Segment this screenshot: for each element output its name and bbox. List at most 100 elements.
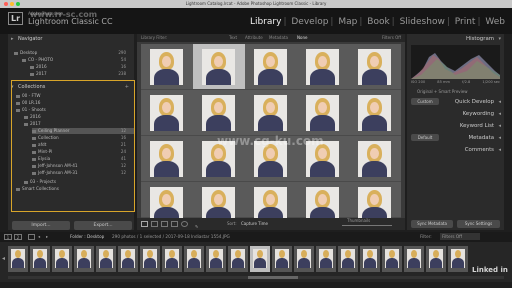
- filmstrip-thumbnail[interactable]: [52, 246, 72, 272]
- photo-subject: [12, 258, 24, 268]
- filmstrip-thumbnail-selected[interactable]: [250, 246, 270, 272]
- grid-cell[interactable]: [141, 90, 193, 136]
- grid-view-icon[interactable]: [141, 221, 148, 227]
- filter-preset[interactable]: Filters Off: [382, 34, 401, 42]
- photo-subject: [433, 250, 439, 258]
- back-arrow-icon[interactable]: ◂: [38, 232, 40, 242]
- keywording-header[interactable]: Keywording ◂: [407, 110, 504, 118]
- loupe-view-icon[interactable]: [151, 221, 158, 227]
- filmstrip-thumbnail[interactable]: [338, 246, 358, 272]
- filter-attribute[interactable]: Attribute: [245, 34, 263, 42]
- filmstrip-thumbnail[interactable]: [8, 246, 28, 272]
- module-separator: |: [477, 17, 481, 27]
- filmstrip-filter-select[interactable]: Filters Off: [440, 233, 480, 240]
- import-button[interactable]: Import...: [12, 221, 70, 230]
- compare-view-icon[interactable]: [161, 221, 168, 227]
- module-web[interactable]: Web: [485, 17, 505, 27]
- metadata-header[interactable]: Metadata ◂: [407, 134, 504, 142]
- histogram-header[interactable]: Histogram ▾: [407, 35, 504, 43]
- module-library[interactable]: Library: [250, 17, 281, 27]
- filmstrip-thumbnail[interactable]: [140, 246, 160, 272]
- photo-subject: [389, 250, 395, 258]
- survey-view-icon[interactable]: [171, 221, 178, 227]
- folder-row[interactable]: 2016 16: [30, 64, 134, 70]
- grid-cell[interactable]: [297, 44, 349, 90]
- filmstrip-thumbnail[interactable]: [426, 246, 446, 272]
- people-view-icon[interactable]: [181, 221, 188, 227]
- grid-cell-selected[interactable]: [193, 44, 245, 90]
- sort-value[interactable]: Capture Time: [241, 218, 268, 230]
- filmstrip-thumbnail[interactable]: [30, 246, 50, 272]
- filmstrip-thumbnail[interactable]: [272, 246, 292, 272]
- page-1-button[interactable]: 1: [4, 234, 12, 240]
- photo-subject: [125, 250, 131, 258]
- page-2-button[interactable]: 2: [14, 234, 22, 240]
- grid-cell[interactable]: [141, 136, 193, 182]
- folder-row[interactable]: 2017 238: [30, 71, 134, 77]
- photo-thumbnail: [275, 249, 289, 268]
- keyword-list-header[interactable]: Keyword List ◂: [407, 122, 504, 130]
- comments-header[interactable]: Comments ◂: [407, 146, 504, 154]
- filmstrip-scroll-left[interactable]: ◂: [2, 255, 5, 262]
- folder-row[interactable]: Desktop 290: [14, 50, 134, 56]
- sync-settings-button[interactable]: Sync Settings: [457, 220, 500, 228]
- forward-arrow-icon[interactable]: ▸: [46, 232, 48, 242]
- filmstrip-thumbnail[interactable]: [360, 246, 380, 272]
- filmstrip-scrollbar[interactable]: [8, 276, 504, 279]
- module-book[interactable]: Book: [367, 17, 389, 27]
- quick-develop-header[interactable]: Quick Develop ◂: [407, 98, 504, 106]
- filmstrip-thumbnail[interactable]: [404, 246, 424, 272]
- filmstrip-thumbnail[interactable]: [162, 246, 182, 272]
- photo-subject: [78, 258, 90, 268]
- photo-subject: [81, 250, 87, 258]
- filmstrip-thumbnail[interactable]: [228, 246, 248, 272]
- filmstrip-source[interactable]: Folder : Desktop: [70, 232, 104, 242]
- photo-thumbnail: [143, 249, 157, 268]
- photo-subject: [310, 161, 335, 177]
- navigator-title: Navigator: [18, 36, 43, 42]
- grid-cell[interactable]: [245, 90, 297, 136]
- filter-label: Filter:: [420, 234, 432, 239]
- grid-cell[interactable]: [245, 44, 297, 90]
- module-develop[interactable]: Develop: [291, 17, 328, 27]
- filter-none[interactable]: None: [297, 34, 307, 42]
- filmstrip-thumbnail[interactable]: [206, 246, 226, 272]
- photo-thumbnail: [254, 49, 287, 85]
- thumbnail-size-slider[interactable]: [342, 225, 392, 226]
- filmstrip-thumbnail[interactable]: [74, 246, 94, 272]
- readout-iso: ISO 200: [411, 80, 426, 84]
- grid-cell[interactable]: [141, 182, 193, 218]
- filter-metadata[interactable]: Metadata: [269, 34, 288, 42]
- sync-metadata-button[interactable]: Sync Metadata: [411, 220, 453, 228]
- folder-row[interactable]: CO - PHOTO 54: [22, 57, 134, 63]
- grid-cell[interactable]: [349, 136, 401, 182]
- grid-cell[interactable]: [297, 182, 349, 218]
- grid-cell[interactable]: [193, 90, 245, 136]
- module-slideshow[interactable]: Slideshow: [400, 17, 445, 27]
- grid-mode-icon[interactable]: [28, 234, 35, 240]
- photo-thumbnail: [55, 249, 69, 268]
- collapse-triangle-icon: ◂: [498, 135, 501, 141]
- module-map[interactable]: Map: [338, 17, 357, 27]
- export-button[interactable]: Export...: [74, 221, 132, 230]
- filmstrip-thumbnail[interactable]: [118, 246, 138, 272]
- grid-cell[interactable]: [245, 182, 297, 218]
- filmstrip-thumbnail[interactable]: [448, 246, 468, 272]
- filmstrip-thumbnail[interactable]: [316, 246, 336, 272]
- filmstrip-scroll-thumb[interactable]: [248, 276, 298, 279]
- photo-subject: [191, 250, 197, 258]
- module-print[interactable]: Print: [455, 17, 476, 27]
- grid-cell[interactable]: [141, 44, 193, 90]
- grid-cell[interactable]: [349, 90, 401, 136]
- grid-cell[interactable]: [193, 182, 245, 218]
- filmstrip-thumbnail[interactable]: [96, 246, 116, 272]
- grid-cell[interactable]: [297, 90, 349, 136]
- filmstrip-thumbnail[interactable]: [382, 246, 402, 272]
- filmstrip-thumbnail[interactable]: [294, 246, 314, 272]
- filmstrip-thumbnail[interactable]: [184, 246, 204, 272]
- navigator-header[interactable]: ▸ Navigator: [8, 35, 134, 43]
- grid-cell[interactable]: [349, 182, 401, 218]
- filter-text[interactable]: Text: [229, 34, 237, 42]
- photo-subject: [59, 250, 65, 258]
- grid-cell[interactable]: [349, 44, 401, 90]
